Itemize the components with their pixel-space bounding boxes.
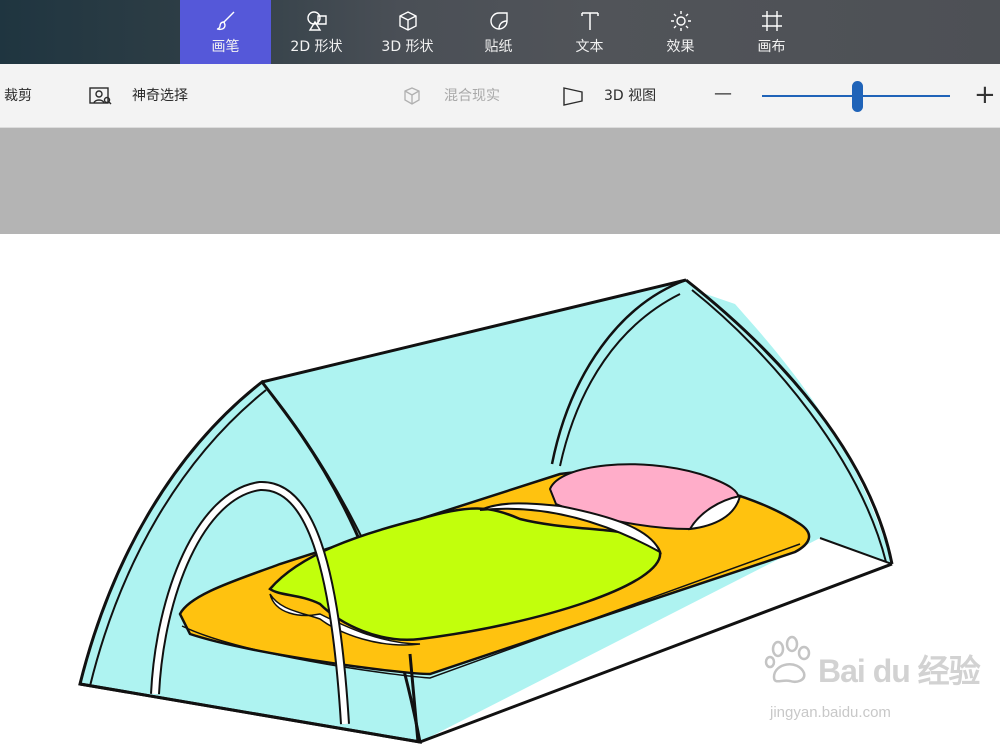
tool-3d-shapes[interactable]: 3D 形状 [362, 0, 453, 64]
view-3d-icon[interactable] [561, 84, 585, 108]
cube-icon [362, 9, 453, 33]
main-toolbar: 画笔 2D 形状 3D 形状 贴纸 文本 效果 画布 [0, 0, 1000, 64]
tool-text[interactable]: 文本 [544, 0, 635, 64]
tool-label: 效果 [666, 39, 695, 55]
tool-label: 画布 [757, 39, 786, 55]
shapes-2d-icon [271, 9, 362, 33]
crop-button[interactable]: 裁剪 [4, 86, 32, 106]
tool-label: 3D 形状 [381, 39, 434, 55]
tool-label: 2D 形状 [290, 39, 343, 55]
drawing-canvas[interactable]: Bai du 经验 jingyan.baidu.com [0, 234, 1000, 748]
mixed-reality-icon [404, 87, 420, 105]
magic-select-button[interactable]: 神奇选择 [132, 86, 188, 106]
tool-brush[interactable]: 画笔 [180, 0, 271, 64]
tool-label: 贴纸 [484, 39, 513, 55]
zoom-out-button[interactable]: — [714, 84, 732, 104]
canvas-crop-icon [726, 9, 817, 33]
tool-effects[interactable]: 效果 [635, 0, 726, 64]
magic-select-icon[interactable] [88, 84, 112, 108]
tool-label: 文本 [575, 39, 604, 55]
tool-label: 画笔 [211, 39, 240, 55]
tool-2d-shapes[interactable]: 2D 形状 [271, 0, 362, 64]
baidu-brand-text: Bai du 经验 [818, 653, 981, 689]
text-icon [544, 9, 635, 33]
zoom-in-button[interactable]: + [974, 80, 996, 110]
zoom-slider-thumb[interactable] [852, 81, 864, 112]
baidu-url-text: jingyan.baidu.com [770, 704, 891, 721]
sun-icon [635, 9, 726, 33]
workspace-background [0, 128, 1000, 234]
sticker-icon [453, 9, 544, 33]
paw-icon [764, 635, 811, 683]
tool-stickers[interactable]: 贴纸 [453, 0, 544, 64]
brush-icon [180, 9, 271, 33]
mixed-reality-button: 混合现实 [444, 88, 500, 104]
view-3d-button[interactable]: 3D 视图 [604, 86, 656, 106]
tool-canvas[interactable]: 画布 [726, 0, 817, 64]
